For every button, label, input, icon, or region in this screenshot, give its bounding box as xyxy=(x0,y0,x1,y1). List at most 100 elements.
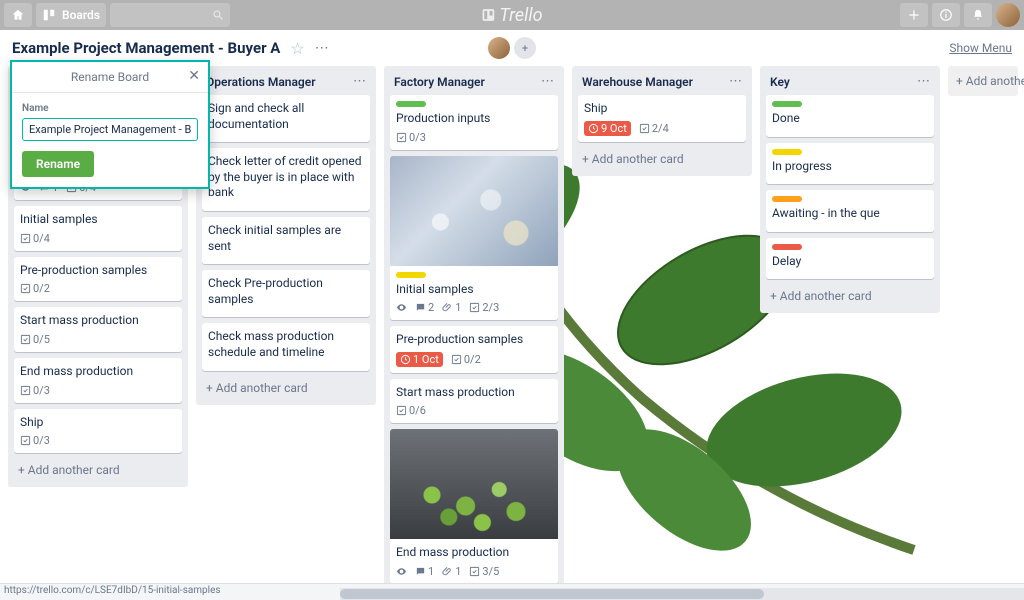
boards-label: Boards xyxy=(62,8,100,22)
list-menu-icon[interactable]: ⋯ xyxy=(541,74,554,89)
list-menu-icon[interactable]: ⋯ xyxy=(353,74,366,89)
checklist-badge: 0/5 xyxy=(20,333,50,346)
list: Factory Manager ⋯ Production inputs 0/3 Ini… xyxy=(384,66,564,583)
card[interactable]: Done xyxy=(766,95,934,137)
card[interactable]: Pre-production samples 1 Oct 0/2 xyxy=(390,326,558,373)
board-title[interactable]: Example Project Management - Buyer A xyxy=(12,39,280,57)
card-title: Awaiting - in the que xyxy=(772,206,928,222)
checklist-badge: 0/6 xyxy=(396,404,426,417)
list-title[interactable]: Operations Manager xyxy=(206,75,316,89)
global-header: Boards Trello xyxy=(0,0,1024,30)
rename-board-popup: Rename Board ✕ Name Rename xyxy=(10,60,210,189)
add-card-button[interactable]: + Add another card xyxy=(14,459,182,481)
rename-button[interactable]: Rename xyxy=(22,151,94,177)
card-badges: 0/6 xyxy=(396,404,552,417)
card-title: End mass production xyxy=(396,545,552,561)
card-cover xyxy=(390,429,558,539)
add-member-button[interactable]: + xyxy=(514,37,536,59)
name-label: Name xyxy=(22,103,198,114)
member-avatar[interactable] xyxy=(488,37,510,59)
list-menu-icon[interactable]: ⋯ xyxy=(729,74,742,89)
card-label xyxy=(772,101,802,107)
add-card-button[interactable]: + Add another card xyxy=(766,285,934,307)
attachment-badge: 1 xyxy=(442,301,461,314)
card[interactable]: Check mass production schedule and timel… xyxy=(202,323,370,370)
star-icon[interactable]: ☆ xyxy=(290,39,304,58)
card[interactable]: Check Pre-production samples xyxy=(202,270,370,317)
card-title: Start mass production xyxy=(20,313,176,329)
user-avatar[interactable] xyxy=(996,3,1020,27)
card[interactable]: Ship 9 Oct 2/4 xyxy=(578,95,746,142)
card-badges: 0/2 xyxy=(20,282,176,295)
card[interactable]: Start mass production 0/6 xyxy=(390,379,558,424)
card-title: Sign and check all documentation xyxy=(208,101,364,132)
checklist-badge: 0/2 xyxy=(20,282,50,295)
search-input[interactable] xyxy=(110,3,230,27)
card[interactable]: In progress xyxy=(766,143,934,185)
card[interactable]: Sign and check all documentation xyxy=(202,95,370,142)
card-title: Production inputs xyxy=(396,111,552,127)
card-title: Pre-production samples xyxy=(396,332,552,348)
popup-title: Rename Board xyxy=(71,70,149,84)
list-menu-icon[interactable]: ⋯ xyxy=(917,74,930,89)
board-members: + xyxy=(488,37,536,59)
card[interactable]: Check initial samples are sent xyxy=(202,217,370,264)
card[interactable]: Pre-production samples 0/2 xyxy=(14,257,182,302)
list-title[interactable]: Warehouse Manager xyxy=(582,75,693,89)
create-button[interactable] xyxy=(900,3,928,27)
card-label xyxy=(772,196,802,202)
card-title: Check mass production schedule and timel… xyxy=(208,329,364,360)
comments-badge: 2 xyxy=(415,301,434,314)
list-title[interactable]: Factory Manager xyxy=(394,75,485,89)
card[interactable]: Production inputs 0/3 xyxy=(390,95,558,150)
notifications-button[interactable] xyxy=(964,3,992,27)
card-label xyxy=(396,272,426,278)
checklist-badge: 0/3 xyxy=(20,384,50,397)
list: Operations Manager ⋯ Sign and check all do… xyxy=(196,66,376,405)
card-badges: 2 1 2/3 xyxy=(396,301,552,314)
list: Warehouse Manager ⋯ Ship 9 Oct 2/4 + Add an… xyxy=(572,66,752,176)
card-title: Ship xyxy=(584,101,740,117)
card[interactable]: Initial samples 0/4 xyxy=(14,206,182,251)
card[interactable]: Delay xyxy=(766,238,934,280)
add-card-button[interactable]: + Add another card xyxy=(202,377,370,399)
card[interactable]: Start mass production 0/5 xyxy=(14,307,182,352)
card-title: Done xyxy=(772,111,928,127)
card[interactable]: Check letter of credit opened by the buy… xyxy=(202,148,370,211)
checklist-badge: 0/2 xyxy=(451,353,481,366)
card[interactable]: Initial samples 2 1 2/3 xyxy=(390,156,558,321)
card-title: Delay xyxy=(772,254,928,270)
card[interactable]: End mass production 0/3 xyxy=(14,358,182,403)
board-name-input[interactable] xyxy=(22,118,198,141)
horizontal-scrollbar[interactable] xyxy=(340,588,1024,600)
card-badges: 9 Oct 2/4 xyxy=(584,121,740,136)
card[interactable]: End mass production 1 1 3/5 xyxy=(390,429,558,583)
show-menu-button[interactable]: Show Menu xyxy=(949,41,1012,55)
card-badges: 0/4 xyxy=(20,232,176,245)
close-icon[interactable]: ✕ xyxy=(188,68,200,84)
watch-icon xyxy=(396,566,407,577)
list-title[interactable]: Key xyxy=(770,75,790,89)
checklist-badge: 0/3 xyxy=(20,434,50,447)
list: Key ⋯ Done In progress Awaiting - in the que… xyxy=(760,66,940,313)
card-title: End mass production xyxy=(20,364,176,380)
card[interactable]: Ship 0/3 xyxy=(14,409,182,454)
info-button[interactable] xyxy=(932,3,960,27)
due-badge: 9 Oct xyxy=(584,121,631,136)
card-title: Initial samples xyxy=(20,212,176,228)
card-title: Start mass production xyxy=(396,385,552,401)
checklist-badge: 2/4 xyxy=(639,122,669,135)
add-list-button[interactable]: + Add another list xyxy=(948,66,1018,96)
checklist-badge: 0/4 xyxy=(20,232,50,245)
boards-button[interactable]: Boards xyxy=(36,3,106,27)
status-url: https://trello.com/c/LSE7dIbD/15-initial… xyxy=(4,585,221,596)
home-button[interactable] xyxy=(4,3,32,27)
add-card-button[interactable]: + Add another card xyxy=(578,148,746,170)
checklist-badge: 0/3 xyxy=(396,131,426,144)
card-title: Ship xyxy=(20,415,176,431)
due-badge: 1 Oct xyxy=(396,352,443,367)
card-label xyxy=(772,244,802,250)
card-title: Check initial samples are sent xyxy=(208,223,364,254)
card[interactable]: Awaiting - in the que xyxy=(766,190,934,232)
card-badges: 0/3 xyxy=(396,131,552,144)
